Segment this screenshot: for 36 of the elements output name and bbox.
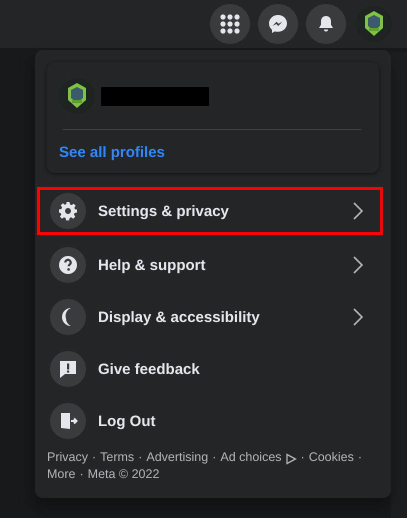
door-exit-icon: [58, 411, 78, 431]
avatar-icon: [59, 78, 95, 114]
footer-link[interactable]: More: [47, 466, 76, 483]
menu-item[interactable]: Settings & privacy: [37, 187, 383, 235]
chevron-right-icon: [351, 201, 365, 221]
separator: ·: [138, 449, 142, 466]
avatar-icon: [356, 6, 392, 42]
footer-link[interactable]: Advertising: [146, 449, 208, 466]
chat-bubble-icon: [268, 14, 288, 34]
ad-choices-icon: [284, 452, 297, 464]
menu-item[interactable]: Give feedback: [37, 343, 383, 395]
gear-icon: [58, 201, 78, 221]
footer-link[interactable]: Terms: [100, 449, 134, 466]
copyright-text: Meta © 2022: [88, 466, 160, 483]
grid-icon: [220, 14, 240, 34]
separator: ·: [79, 466, 84, 483]
footer-link[interactable]: Privacy: [47, 449, 88, 466]
bell-icon: [316, 14, 336, 34]
messenger-button[interactable]: [258, 4, 298, 44]
separator: ·: [300, 449, 305, 466]
chevron-right-icon: [351, 255, 365, 275]
separator: ·: [212, 449, 216, 466]
menu-item[interactable]: Help & support: [37, 239, 383, 291]
menu-button[interactable]: [210, 4, 250, 44]
separator: ·: [92, 449, 96, 466]
account-button[interactable]: [354, 4, 394, 44]
menu-item[interactable]: Log Out: [37, 395, 383, 447]
menu-item[interactable]: Display & accessibility: [37, 291, 383, 343]
feedback-icon: [58, 359, 78, 379]
see-all-profiles-link[interactable]: See all profiles: [59, 144, 365, 161]
chevron-right-icon: [351, 307, 365, 327]
notifications-button[interactable]: [306, 4, 346, 44]
separator: ·: [358, 449, 362, 466]
footer-link[interactable]: Cookies: [308, 449, 354, 466]
question-mark-icon: [58, 255, 78, 275]
footer-link[interactable]: Ad choices: [220, 449, 282, 466]
